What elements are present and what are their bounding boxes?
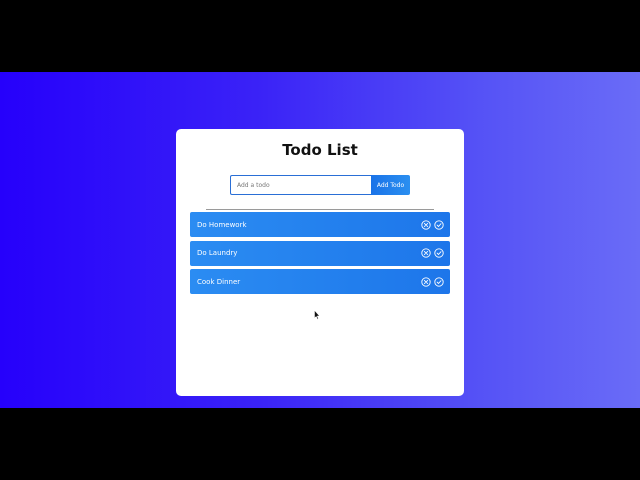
x-circle-icon[interactable] xyxy=(421,219,431,230)
app-background: Todo List Add Todo Do Homework Do Laund xyxy=(0,72,640,408)
x-circle-icon[interactable] xyxy=(421,248,431,258)
todo-item-actions xyxy=(418,276,444,287)
mouse-cursor-icon xyxy=(314,305,321,320)
check-circle-icon[interactable] xyxy=(434,219,444,230)
x-circle-icon[interactable] xyxy=(421,276,431,287)
add-todo-button[interactable]: Add Todo xyxy=(371,175,410,195)
check-circle-icon[interactable] xyxy=(434,248,444,258)
todo-item: Do Homework xyxy=(190,212,450,237)
todo-item: Cook Dinner xyxy=(190,269,450,294)
todo-item-text: Do Laundry xyxy=(197,249,238,257)
todo-item: Do Laundry xyxy=(190,240,450,266)
page-title: Todo List xyxy=(282,141,358,159)
todo-input[interactable] xyxy=(230,175,371,195)
divider xyxy=(206,209,434,210)
todo-item-actions xyxy=(418,219,444,230)
todo-item-actions xyxy=(418,248,444,258)
todo-form: Add Todo xyxy=(230,175,410,195)
check-circle-icon[interactable] xyxy=(434,276,444,287)
todo-item-text: Cook Dinner xyxy=(197,277,241,286)
todo-item-text: Do Homework xyxy=(197,220,247,229)
todo-card: Todo List Add Todo Do Homework Do Laund xyxy=(176,129,464,396)
todo-list: Do Homework Do Laundry Cook Dinner xyxy=(190,212,450,298)
